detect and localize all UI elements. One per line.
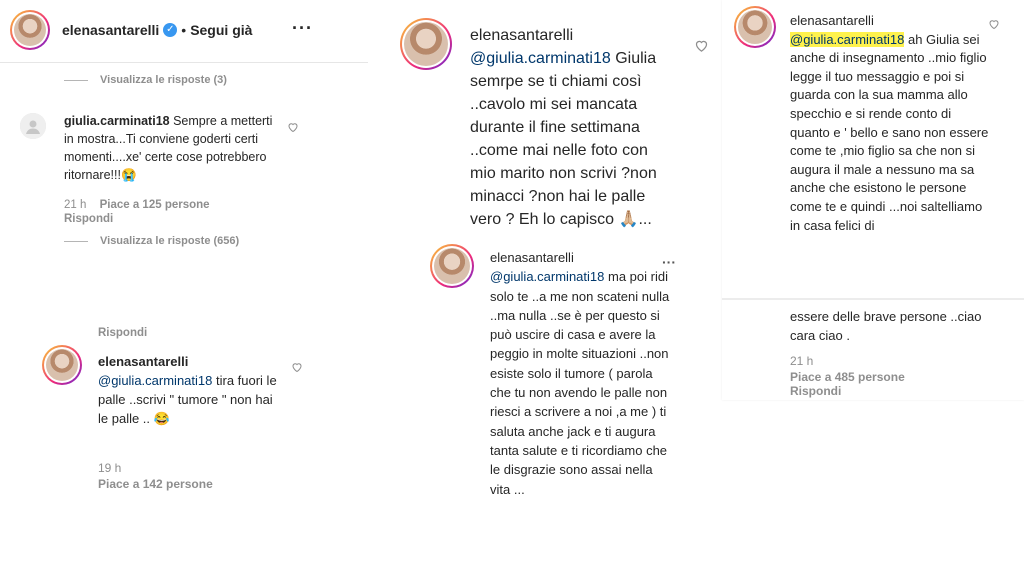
comment-text-block: giulia.carminati18 Sempre a metterti in … [64,112,274,184]
header-divider [0,62,368,63]
right-like-heart-icon[interactable] [988,18,1000,30]
header-separator: • [181,22,187,38]
reply-avatar[interactable] [42,345,82,385]
reply-time: 19 h [98,461,122,475]
middle-bottom-avatar[interactable] [430,244,474,288]
comment-time: 21 h [64,199,87,211]
middle-top-mention[interactable]: @giulia.carminati18 [470,50,611,67]
reply-like-heart-icon[interactable] [291,361,303,373]
reply-username[interactable]: elenasantarelli [98,354,188,369]
post-header: elenasantarelli ✓ • Segui già [62,22,252,38]
right-screenshot-divider [722,298,1024,300]
reply-button-top[interactable]: Rispondi [98,327,147,339]
middle-bottom-username[interactable]: elenasantarelli [490,250,574,265]
view-replies-label-1: Visualizza le risposte (3) [100,74,227,86]
comment-username[interactable]: giulia.carminati18 [64,114,170,128]
right-text-a: ah Giulia sei anche di insegnamento ..mi… [790,31,989,233]
middle-top-text-block: elenasantarelli @giulia.carminati18 Giul… [470,24,670,231]
right-likes[interactable]: Piace a 485 persone [790,370,905,384]
follow-status-button[interactable]: Segui già [190,22,252,38]
view-replies-button-2[interactable]: Visualizza le risposte (656) [64,235,239,247]
right-username[interactable]: elenasantarelli [790,13,874,28]
comment-likes[interactable]: Piace a 125 persone [100,199,210,211]
middle-bottom-mention[interactable]: @giulia.carminati18 [490,269,604,284]
middle-top-avatar[interactable] [400,18,452,70]
right-avatar[interactable] [734,6,776,48]
middle-bottom-text-block: elenasantarelli @giulia.carminati18 ma p… [490,248,670,499]
like-heart-icon[interactable] [287,121,299,133]
middle-bottom-text: ma poi ridi solo te ..a me non scateni n… [490,269,670,497]
right-panel: elenasantarelli @giulia.carminati18 ah G… [722,0,1024,400]
middle-bottom-panel: elenasantarelli @giulia.carminati18 ma p… [424,236,684,576]
right-mention[interactable]: @giulia.carminati18 [790,31,905,47]
right-text-b: essere delle brave persone ..ciao cara c… [790,309,982,343]
header-avatar[interactable] [10,10,50,50]
right-time: 21 h [790,354,814,368]
reply-likes[interactable]: Piace a 142 persone [98,477,213,491]
middle-top-username[interactable]: elenasantarelli [470,27,573,44]
left-comments-panel: elenasantarelli ✓ • Segui già ··· Visual… [0,0,368,576]
middle-top-like-heart-icon[interactable] [694,38,709,53]
verified-badge-icon: ✓ [163,23,178,37]
middle-bottom-more-options-icon[interactable]: ··· [662,254,676,270]
comment-reply-button[interactable]: Rispondi [64,213,113,225]
right-reply-button[interactable]: Rispondi [790,384,841,398]
commenter-avatar[interactable] [20,113,46,139]
default-user-icon [26,120,40,134]
dash-line [64,240,88,242]
reply-text-block: elenasantarelli @giulia.carminati18 tira… [98,352,280,428]
view-replies-button-1[interactable]: Visualizza le risposte (3) [64,74,227,86]
dash-line [64,79,88,81]
reply-mention[interactable]: @giulia.carminati18 [98,373,212,388]
middle-top-panel: elenasantarelli @giulia.carminati18 Giul… [388,8,718,240]
right-text-block: elenasantarelli @giulia.carminati18 ah G… [790,12,990,235]
more-options-icon[interactable]: ··· [292,18,313,39]
view-replies-label-2: Visualizza le risposte (656) [100,235,240,247]
header-username[interactable]: elenasantarelli [62,22,159,38]
comment-meta: 21 h Piace a 125 persone [64,199,210,211]
middle-top-text: Giulia semrpe se ti chiami così ..cavolo… [470,50,657,228]
